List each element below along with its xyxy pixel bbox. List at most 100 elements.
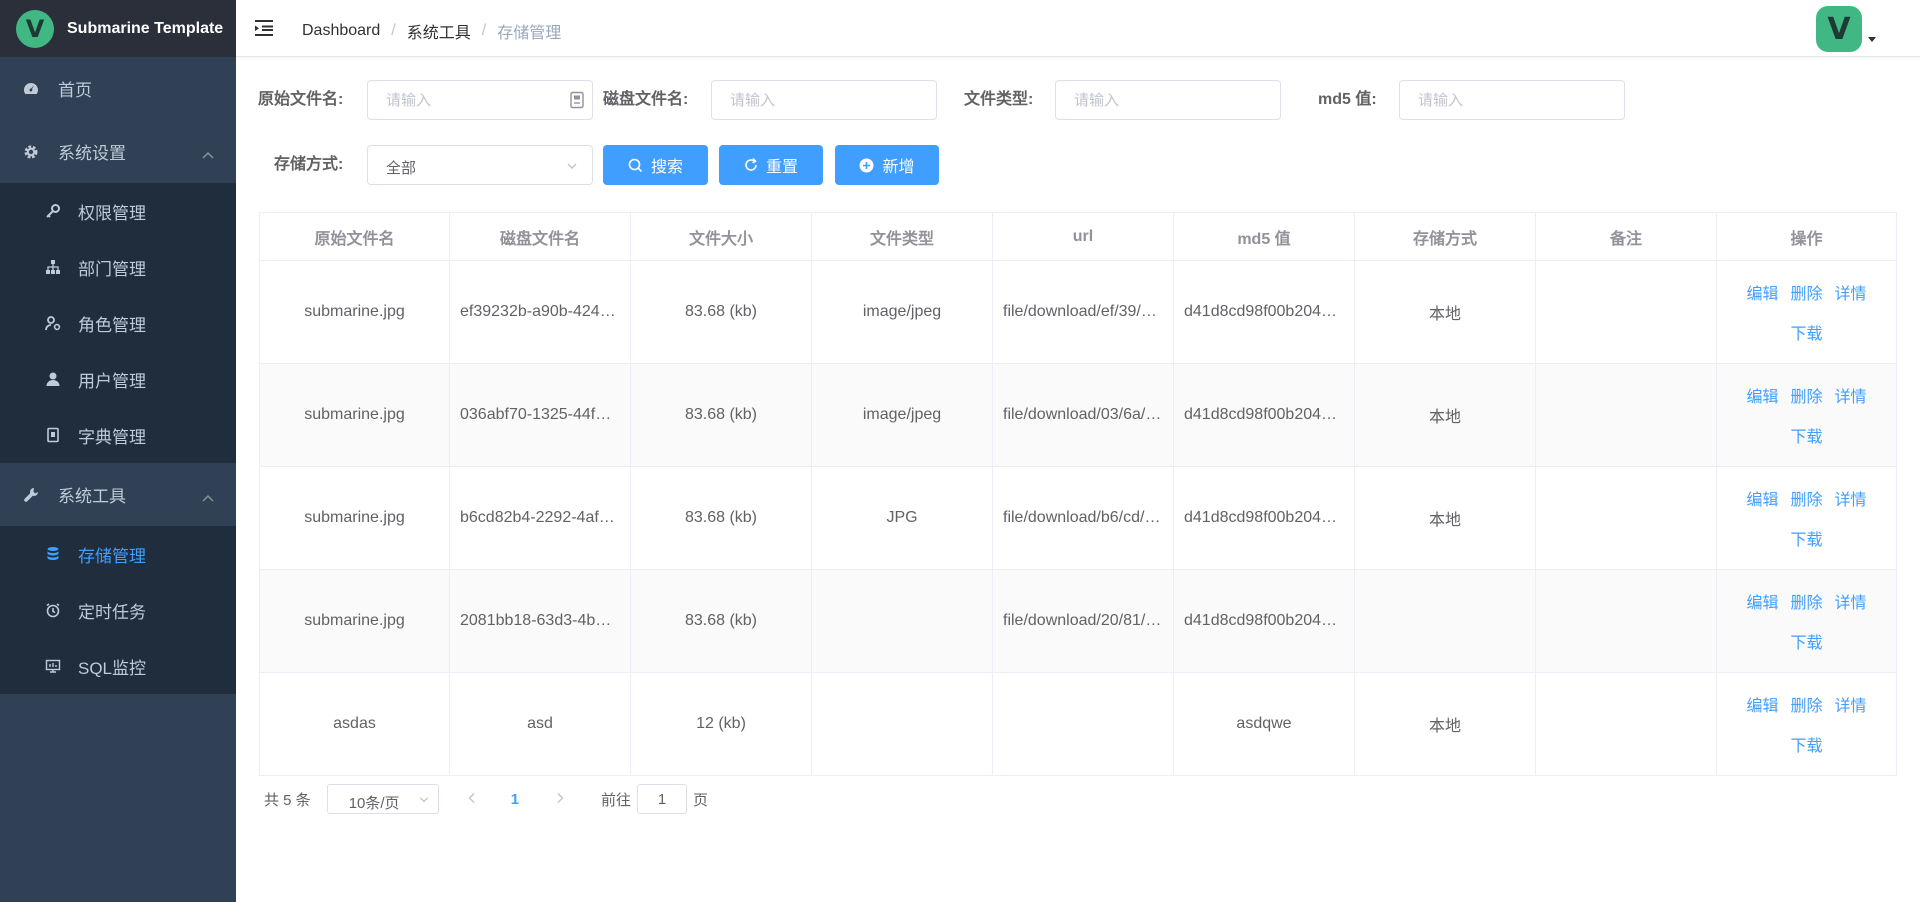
detail-link[interactable]: 详情 bbox=[1835, 692, 1867, 716]
cell-url: file/download/20/81/2081bb18.jpg bbox=[992, 569, 1174, 673]
delete-link[interactable]: 删除 bbox=[1790, 589, 1822, 613]
edit-link[interactable]: 编辑 bbox=[1746, 589, 1778, 613]
sidebar-item-label: 角色管理 bbox=[78, 315, 146, 335]
cell-remark bbox=[1535, 466, 1717, 570]
pagination-total: 共 5 条 bbox=[264, 791, 311, 809]
storage-label: 存储方式: bbox=[274, 156, 344, 173]
cell-storage: 本地 bbox=[1354, 363, 1536, 467]
original-name-input[interactable] bbox=[368, 81, 592, 119]
delete-link[interactable]: 删除 bbox=[1790, 692, 1822, 716]
cell-file-size: 83.68 (kb) bbox=[630, 569, 812, 673]
chevron-down-icon bbox=[566, 159, 578, 177]
sidebar-item-permission[interactable]: 权限管理 bbox=[0, 183, 236, 239]
add-button[interactable]: 新增 bbox=[835, 145, 939, 185]
edit-link[interactable]: 编辑 bbox=[1746, 692, 1778, 716]
cell-file-size: 12 (kb) bbox=[630, 672, 812, 776]
book-icon bbox=[44, 426, 62, 444]
page-size-select[interactable]: 10条/页 bbox=[326, 784, 439, 814]
sidebar-item-timed-task[interactable]: 定时任务 bbox=[0, 582, 236, 638]
prev-page-button[interactable] bbox=[467, 791, 481, 808]
edit-link[interactable]: 编辑 bbox=[1746, 383, 1778, 407]
sidebar-group-system-tools[interactable]: 系统工具 bbox=[0, 463, 236, 526]
sidebar-item-sql-monitor[interactable]: SQL监控 bbox=[0, 638, 236, 694]
sidebar-group-system-settings[interactable]: 系统设置 bbox=[0, 120, 236, 183]
refresh-icon bbox=[745, 158, 757, 171]
sidebar-item-dictionary[interactable]: 字典管理 bbox=[0, 407, 236, 463]
breadcrumb-item-system-tools[interactable]: 系统工具 bbox=[407, 19, 471, 43]
breadcrumb-item-dashboard[interactable]: Dashboard bbox=[302, 22, 380, 40]
page-number-1[interactable]: 1 bbox=[511, 791, 519, 808]
avatar[interactable]: V bbox=[1816, 6, 1862, 52]
row-actions: 编辑 删除 详情 下载 bbox=[1727, 692, 1886, 756]
column-header: 操作 bbox=[1716, 212, 1897, 261]
file-type-input[interactable] bbox=[1056, 81, 1280, 119]
delete-link[interactable]: 删除 bbox=[1790, 280, 1822, 304]
chevron-up-icon bbox=[202, 144, 214, 164]
sidebar-item-department[interactable]: 部门管理 bbox=[0, 239, 236, 295]
user-gear-icon bbox=[44, 314, 62, 332]
cell-file-size: 83.68 (kb) bbox=[630, 260, 812, 364]
chevron-left-icon bbox=[468, 792, 475, 803]
download-link[interactable]: 下载 bbox=[1790, 732, 1822, 756]
breadcrumb-separator: / bbox=[481, 22, 487, 39]
caret-down-icon[interactable] bbox=[1868, 37, 1876, 42]
edit-link[interactable]: 编辑 bbox=[1746, 486, 1778, 510]
sidebar-item-storage[interactable]: 存储管理 bbox=[0, 526, 236, 582]
cell-original-name: submarine.jpg bbox=[259, 466, 450, 570]
sidebar-item-home[interactable]: 首页 bbox=[0, 57, 236, 120]
cell-md5: d41d8cd98f00b204e9800998ecf8427e bbox=[1173, 569, 1355, 673]
column-header: 磁盘文件名 bbox=[449, 212, 631, 261]
column-header: 存储方式 bbox=[1354, 212, 1536, 261]
download-link[interactable]: 下载 bbox=[1790, 629, 1822, 653]
disk-name-input[interactable] bbox=[712, 81, 936, 119]
original-name-input-box bbox=[367, 80, 593, 120]
sidebar-item-label: 存储管理 bbox=[78, 546, 146, 566]
logo-bar[interactable]: V Submarine Template bbox=[0, 0, 236, 57]
navbar: Dashboard / 系统工具 / 存储管理 V bbox=[236, 0, 1920, 57]
cell-storage: 本地 bbox=[1354, 466, 1536, 570]
table-row: submarine.jpg b6cd82b4-2292-4af1-9d3e.jp… bbox=[259, 466, 1897, 570]
download-link[interactable]: 下载 bbox=[1790, 320, 1822, 344]
cell-url: file/download/b6/cd/b6cd82b4.jpg bbox=[992, 466, 1174, 570]
edit-link[interactable]: 编辑 bbox=[1746, 280, 1778, 304]
detail-link[interactable]: 详情 bbox=[1835, 486, 1867, 510]
cell-remark bbox=[1535, 672, 1717, 776]
detail-link[interactable]: 详情 bbox=[1835, 383, 1867, 407]
cell-url: file/download/ef/39/ef39232b.jpg bbox=[992, 260, 1174, 364]
cell-actions: 编辑 删除 详情 下载 bbox=[1716, 672, 1897, 776]
storage-table: 原始文件名 磁盘文件名 文件大小 文件类型 url md5 值 存储方式 备注 … bbox=[259, 212, 1897, 776]
dashboard-icon bbox=[22, 80, 40, 98]
goto-page-input[interactable] bbox=[638, 785, 687, 813]
delete-link[interactable]: 删除 bbox=[1790, 383, 1822, 407]
database-icon bbox=[44, 545, 62, 563]
md5-input-box bbox=[1399, 80, 1625, 120]
row-actions-top: 编辑 删除 详情 bbox=[1746, 383, 1866, 407]
chevron-up-icon bbox=[202, 487, 214, 507]
sidebar-item-role[interactable]: 角色管理 bbox=[0, 295, 236, 351]
delete-link[interactable]: 删除 bbox=[1790, 486, 1822, 510]
reset-button[interactable]: 重置 bbox=[719, 145, 823, 185]
user-icon bbox=[44, 370, 62, 388]
chevron-down-icon bbox=[419, 797, 428, 803]
storage-select[interactable]: 全部 bbox=[367, 145, 593, 185]
table-row: submarine.jpg 2081bb18-63d3-4b5a-a7f2.jp… bbox=[259, 569, 1897, 673]
sidebar-item-label: 部门管理 bbox=[78, 259, 146, 279]
detail-link[interactable]: 详情 bbox=[1835, 280, 1867, 304]
row-actions-top: 编辑 删除 详情 bbox=[1746, 486, 1866, 510]
download-link[interactable]: 下载 bbox=[1790, 423, 1822, 447]
search-button[interactable]: 搜索 bbox=[603, 145, 708, 185]
detail-link[interactable]: 详情 bbox=[1835, 589, 1867, 613]
app-title: Submarine Template bbox=[67, 19, 224, 37]
cell-disk-name: ef39232b-a90b-4245-9c12.jpg bbox=[449, 260, 631, 364]
download-link[interactable]: 下载 bbox=[1790, 526, 1822, 550]
next-page-button[interactable] bbox=[555, 791, 569, 808]
md5-input[interactable] bbox=[1400, 81, 1624, 119]
breadcrumb-separator: / bbox=[391, 22, 396, 39]
original-name-label: 原始文件名: bbox=[258, 91, 344, 108]
cell-actions: 编辑 删除 详情 下载 bbox=[1716, 363, 1897, 467]
sidebar-toggle-icon[interactable] bbox=[254, 18, 274, 38]
sidebar-item-user[interactable]: 用户管理 bbox=[0, 351, 236, 407]
cell-url bbox=[992, 672, 1174, 776]
cell-remark bbox=[1535, 260, 1717, 364]
sidebar-item-label: 字典管理 bbox=[78, 427, 146, 447]
